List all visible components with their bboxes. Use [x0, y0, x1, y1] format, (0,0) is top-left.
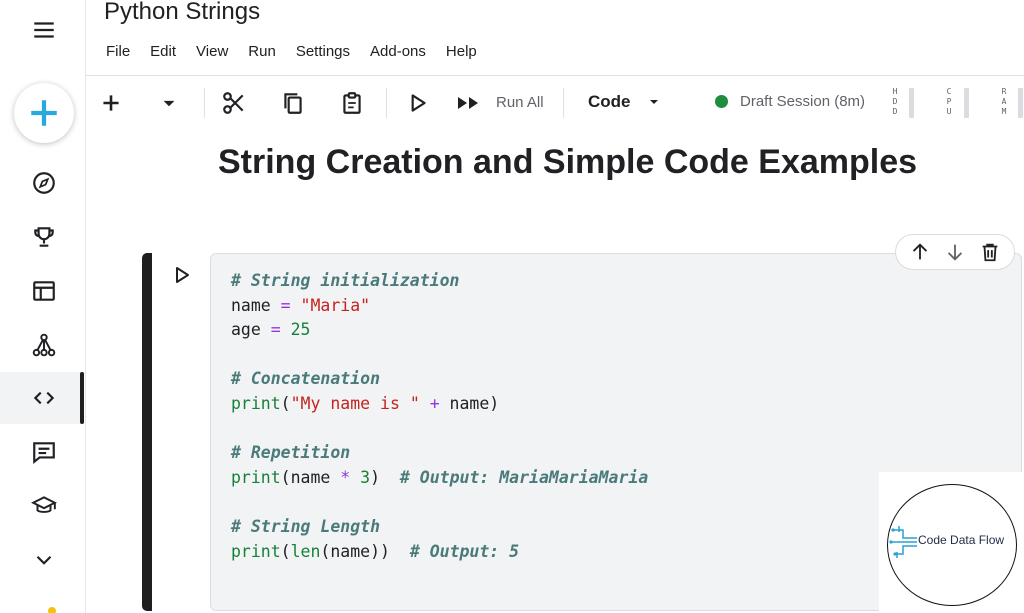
cell-selection-bar	[142, 253, 152, 611]
code-line[interactable]: # String initialization	[231, 269, 648, 294]
page-heading: String Creation and Simple Code Examples	[218, 143, 918, 181]
watermark-text: Code Data Flow	[918, 533, 1005, 547]
circuit-icon	[889, 526, 917, 558]
notification-dot	[48, 607, 56, 613]
move-cell-up-button[interactable]	[907, 239, 933, 265]
code-line[interactable]	[231, 417, 648, 442]
hdd-meter	[909, 88, 914, 118]
hamburger-icon[interactable]	[22, 8, 66, 52]
code-icon[interactable]	[22, 376, 66, 420]
copy-icon	[284, 93, 302, 114]
code-line[interactable]: age = 25	[231, 318, 648, 343]
move-cell-down-button[interactable]	[942, 239, 968, 265]
arrow-up-icon	[912, 243, 927, 260]
play-icon	[176, 267, 189, 283]
add-button[interactable]	[14, 83, 74, 143]
menu-add-ons[interactable]: Add-ons	[370, 43, 426, 60]
cell-type-select[interactable]: Code	[588, 92, 631, 112]
code-line[interactable]: # Repetition	[231, 441, 648, 466]
toolbar-separator	[386, 88, 387, 118]
play-icon	[411, 94, 426, 112]
sidebar	[0, 0, 86, 613]
run-cell-button[interactable]	[404, 90, 430, 116]
plus-icon	[103, 95, 119, 111]
menu-view[interactable]: View	[196, 43, 228, 60]
code-line[interactable]: print(len(name)) # Output: 5	[231, 540, 648, 565]
trash-icon	[982, 243, 998, 262]
code-line[interactable]: name = "Maria"	[231, 294, 648, 319]
plus-icon	[31, 100, 57, 126]
sidebar-active-indicator	[80, 372, 84, 424]
cpu-meter	[964, 88, 969, 118]
clipboard-icon	[343, 92, 361, 114]
ram-meter-label: R A M	[1001, 87, 1007, 116]
menu-file[interactable]: File	[106, 43, 130, 60]
run-all-button[interactable]: Run All	[496, 94, 544, 111]
toolbar-separator	[563, 88, 564, 118]
graduation-cap-icon[interactable]	[22, 484, 66, 528]
delete-cell-button[interactable]	[977, 239, 1003, 265]
code-line[interactable]: # String Length	[231, 515, 648, 540]
scissors-icon	[223, 92, 244, 114]
menu-settings[interactable]: Settings	[296, 43, 350, 60]
run-all-icon[interactable]	[455, 90, 485, 116]
add-cell-dropdown[interactable]	[156, 89, 182, 117]
toolbar-separator	[204, 88, 205, 118]
comment-icon[interactable]	[22, 430, 66, 474]
cell-type-caret-icon[interactable]	[646, 94, 662, 115]
header-divider	[86, 75, 1024, 76]
paste-button[interactable]	[337, 88, 367, 118]
cut-button[interactable]	[219, 88, 249, 118]
cpu-meter-label: C P U	[946, 87, 952, 116]
add-cell-button[interactable]	[97, 89, 125, 117]
caret-down-icon	[163, 100, 175, 107]
code-line[interactable]	[231, 490, 648, 515]
code-content[interactable]: # String initialization name = "Maria" age…	[231, 269, 648, 564]
code-line[interactable]: # Concatenation	[231, 367, 648, 392]
session-status-dot	[715, 95, 728, 108]
hdd-meter-label: H D D	[892, 87, 898, 116]
cell-run-button[interactable]	[170, 263, 194, 287]
ram-meter	[1018, 88, 1023, 118]
table-icon[interactable]	[22, 269, 66, 313]
trophy-icon[interactable]	[22, 215, 66, 259]
chevron-down-icon[interactable]	[22, 538, 66, 582]
menu-edit[interactable]: Edit	[150, 43, 176, 60]
code-line[interactable]: print("My name is " + name)	[231, 392, 648, 417]
session-status[interactable]: Draft Session (8m)	[740, 93, 865, 110]
menu-run[interactable]: Run	[248, 43, 276, 60]
code-line[interactable]	[231, 343, 648, 368]
network-icon[interactable]	[22, 323, 66, 367]
menu-help[interactable]: Help	[446, 43, 477, 60]
menu-bar: File Edit View Run Settings Add-ons Help	[106, 43, 497, 60]
arrow-down-icon	[947, 244, 963, 261]
notebook-title[interactable]: Python Strings	[104, 0, 260, 26]
cell-actions-toolbar	[895, 234, 1015, 270]
copy-button[interactable]	[278, 88, 308, 118]
code-line[interactable]: print(name * 3) # Output: MariaMariaMari…	[231, 466, 648, 491]
compass-icon[interactable]	[22, 161, 66, 205]
fast-forward-icon	[458, 97, 478, 109]
